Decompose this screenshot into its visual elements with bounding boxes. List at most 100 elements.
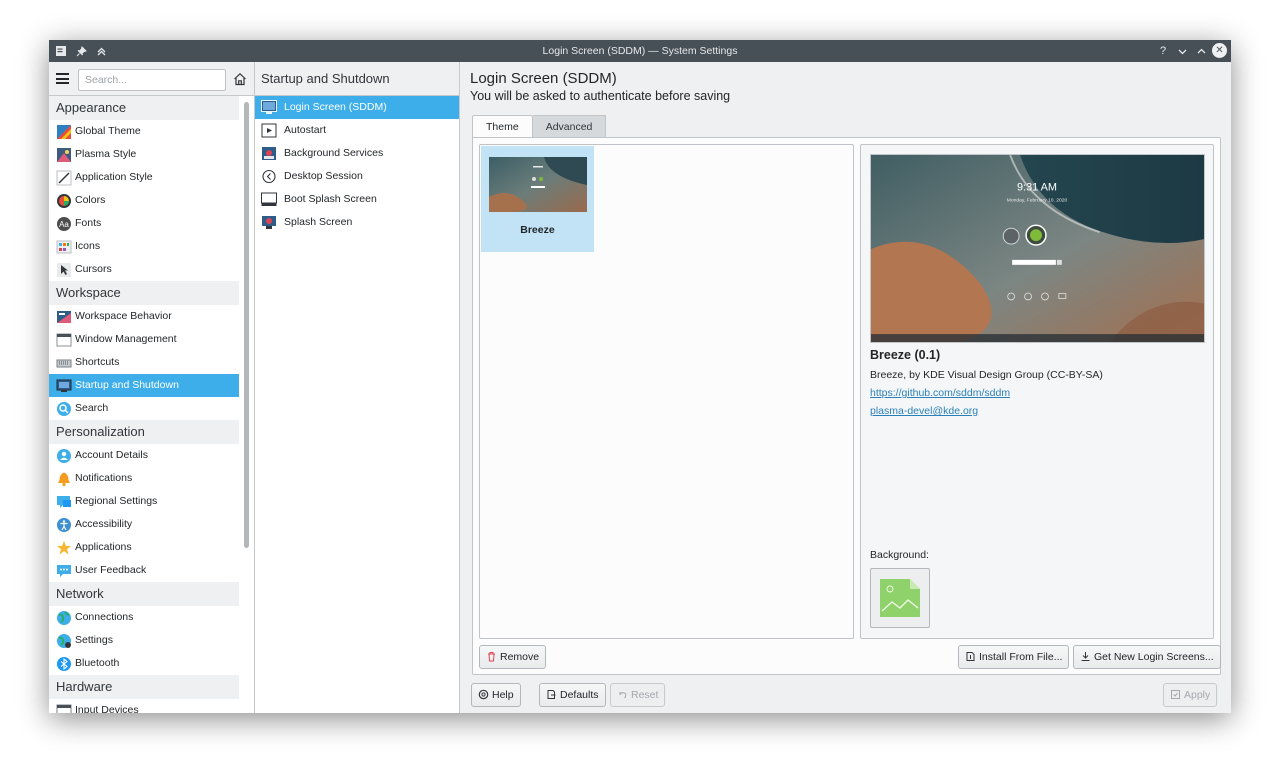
theme-website-link[interactable]: https://github.com/sddm/sddm — [870, 387, 1010, 399]
get-new-button-label: Get New Login Screens... — [1094, 651, 1214, 663]
module-item-label: Boot Splash Screen — [284, 193, 377, 205]
reset-button-label: Reset — [631, 689, 659, 701]
sidebar-item-label: Shortcuts — [75, 356, 120, 368]
search-input[interactable] — [78, 69, 226, 91]
sidebar-item-icons[interactable]: Icons — [49, 235, 239, 258]
plasma-style-icon — [57, 148, 71, 162]
theme-preview: 9:31 AM Monday, February 10, 2020 — [870, 154, 1205, 343]
module-item-splash-screen[interactable]: Splash Screen — [255, 211, 459, 234]
sidebar-item-label: Colors — [75, 194, 106, 206]
module-list-pane: Startup and Shutdown Login Screen (SDDM)… — [255, 62, 460, 713]
fonts-icon: Aa — [57, 217, 71, 231]
sidebar-scrollbar[interactable] — [244, 102, 249, 548]
input-devices-icon — [56, 704, 72, 713]
module-item-background-services[interactable]: Background Services — [255, 142, 459, 165]
sidebar-item-accessibility[interactable]: Accessibility — [49, 513, 239, 536]
help-question-icon[interactable]: ? — [1155, 43, 1171, 59]
title-bar[interactable]: Login Screen (SDDM) — System Settings ? … — [49, 40, 1231, 62]
module-item-autostart[interactable]: Autostart — [255, 119, 459, 142]
undo-icon — [619, 692, 627, 699]
hamburger-menu-icon[interactable] — [56, 73, 69, 84]
globe-icon — [57, 611, 71, 625]
global-theme-icon — [57, 125, 71, 139]
sidebar-item-colors[interactable]: Colors — [49, 189, 239, 212]
close-icon[interactable]: ✕ — [1212, 43, 1227, 58]
sidebar-item-window-management[interactable]: Window Management — [49, 328, 239, 351]
page-title: Login Screen (SDDM) — [470, 70, 617, 87]
preview-time: 9:31 AM — [1017, 182, 1057, 194]
sidebar-item-workspace-behavior[interactable]: Workspace Behavior — [49, 305, 239, 328]
theme-thumbnail — [489, 157, 587, 212]
sidebar-item-bluetooth[interactable]: Bluetooth — [49, 652, 239, 675]
feedback-icon — [57, 565, 71, 577]
sidebar-item-plasma-style[interactable]: Plasma Style — [49, 143, 239, 166]
tab-bar: Theme Advanced — [472, 115, 607, 138]
sidebar-category-network: Network — [49, 582, 239, 606]
sidebar-list: Appearance Global Theme Plasma Style Applic… — [49, 96, 239, 713]
reset-button[interactable]: Reset — [610, 683, 666, 707]
sidebar-item-settings[interactable]: Settings — [49, 629, 239, 652]
module-item-boot-splash-screen[interactable]: Boot Splash Screen — [255, 188, 459, 211]
keyboard-icon — [56, 359, 72, 368]
sidebar-item-account-details[interactable]: Account Details — [49, 444, 239, 467]
services-icon — [262, 147, 276, 160]
theme-email-link[interactable]: plasma-devel@kde.org — [870, 405, 978, 417]
install-button-label: Install From File... — [979, 651, 1063, 663]
sidebar-item-label: Fonts — [75, 217, 102, 229]
startup-icon — [56, 379, 72, 392]
theme-detail-name: Breeze (0.1) — [870, 348, 941, 362]
system-settings-window: Login Screen (SDDM) — System Settings ? … — [49, 40, 1231, 713]
sidebar-item-fonts[interactable]: Aa Fonts — [49, 212, 239, 235]
sidebar-item-shortcuts[interactable]: Shortcuts — [49, 351, 239, 374]
theme-name: Breeze — [520, 224, 555, 236]
maximize-icon[interactable] — [1193, 43, 1209, 59]
sidebar-item-connections[interactable]: Connections — [49, 606, 239, 629]
sidebar-item-startup-and-shutdown[interactable]: Startup and Shutdown — [49, 374, 239, 397]
module-item-label: Splash Screen — [284, 216, 353, 228]
sidebar-item-label: Application Style — [75, 171, 153, 183]
main-content: Login Screen (SDDM) You will be asked to… — [461, 62, 1231, 713]
sidebar-item-user-feedback[interactable]: User Feedback — [49, 559, 239, 582]
tab-theme[interactable]: Theme — [472, 115, 533, 138]
apply-button[interactable]: Apply — [1163, 683, 1218, 707]
home-icon[interactable] — [233, 72, 247, 86]
apply-button-label: Apply — [1184, 689, 1211, 701]
window-management-icon — [56, 333, 72, 347]
sidebar-item-label: Search — [75, 402, 109, 414]
sidebar-item-global-theme[interactable]: Global Theme — [49, 120, 239, 143]
module-item-label: Login Screen (SDDM) — [284, 101, 387, 113]
theme-card-breeze[interactable]: Breeze — [481, 146, 594, 252]
sidebar-item-search[interactable]: Search — [49, 397, 239, 420]
get-new-login-screens-button[interactable]: Get New Login Screens... — [1073, 645, 1221, 669]
sidebar-item-regional-settings[interactable]: Regional Settings — [49, 490, 239, 513]
sidebar-item-cursors[interactable]: Cursors — [49, 258, 239, 281]
help-button-label: Help — [492, 689, 514, 701]
theme-details: 9:31 AM Monday, February 10, 2020 Breeze… — [860, 144, 1214, 639]
sidebar-item-label: User Feedback — [75, 564, 147, 576]
install-icon — [966, 652, 975, 661]
sidebar-item-applications[interactable]: Applications — [49, 536, 239, 559]
module-item-desktop-session[interactable]: Desktop Session — [255, 165, 459, 188]
sidebar-item-label: Regional Settings — [75, 495, 158, 507]
background-image-button[interactable] — [870, 568, 930, 628]
module-item-login-screen-sddm[interactable]: Login Screen (SDDM) — [255, 96, 459, 119]
module-item-label: Desktop Session — [284, 170, 363, 182]
defaults-button[interactable]: Defaults — [539, 683, 606, 707]
sidebar-category-hardware: Hardware — [49, 675, 239, 699]
theme-author: Breeze, by KDE Visual Design Group (CC-B… — [870, 369, 1103, 381]
sidebar-item-label: Global Theme — [75, 125, 141, 137]
install-from-file-button[interactable]: Install From File... — [958, 645, 1070, 669]
remove-button[interactable]: Remove — [479, 645, 547, 669]
module-item-label: Autostart — [284, 124, 327, 136]
help-icon — [478, 689, 489, 700]
image-placeholder-icon — [880, 579, 920, 617]
preview-date: Monday, February 10, 2020 — [1007, 198, 1068, 204]
help-button[interactable]: Help — [471, 683, 521, 707]
sidebar-item-label: Connections — [75, 611, 134, 623]
sidebar-item-input-devices[interactable]: Input Devices — [49, 699, 239, 713]
sidebar-item-application-style[interactable]: Application Style — [49, 166, 239, 189]
sidebar-item-notifications[interactable]: Notifications — [49, 467, 239, 490]
defaults-button-label: Defaults — [560, 689, 599, 701]
tab-advanced[interactable]: Advanced — [532, 115, 607, 137]
minimize-icon[interactable] — [1174, 43, 1190, 59]
